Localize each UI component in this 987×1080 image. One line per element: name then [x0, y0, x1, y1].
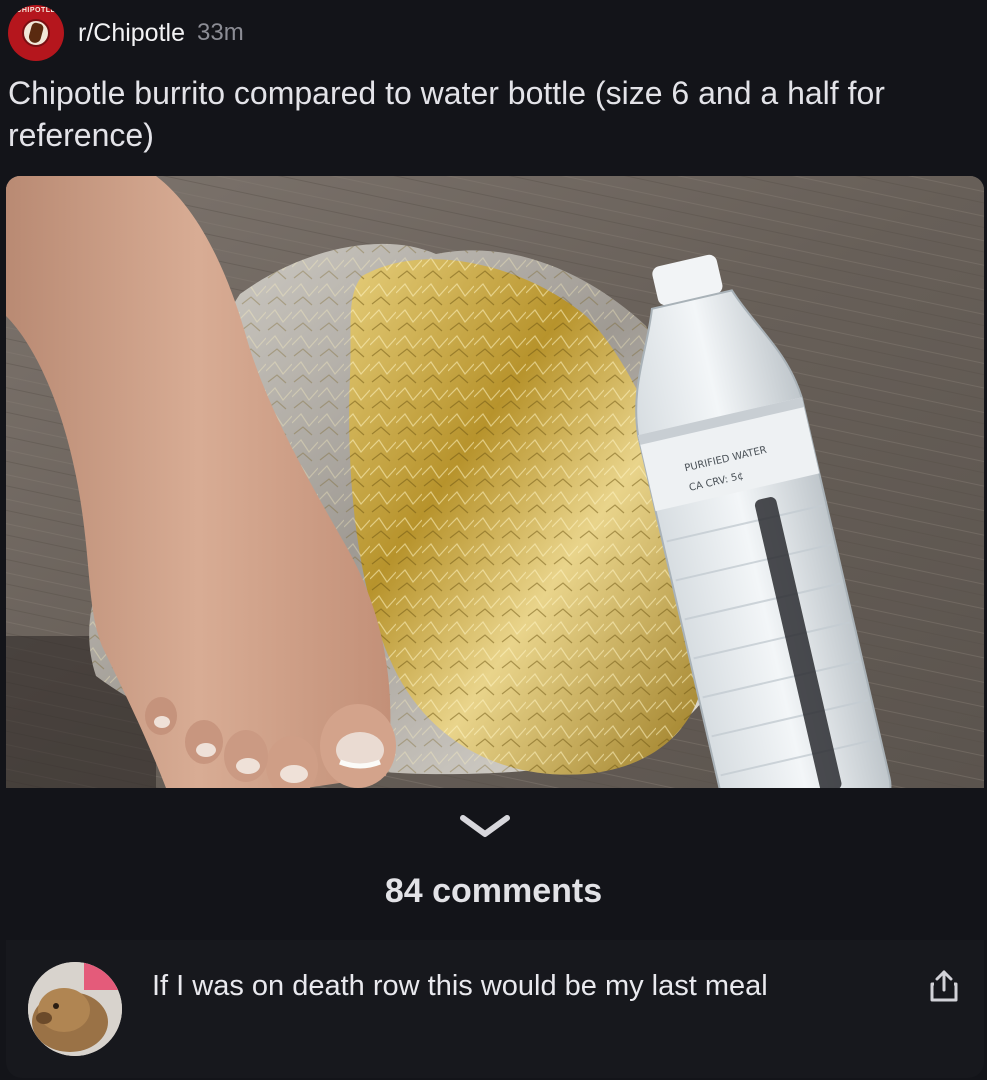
post-title[interactable]: Chipotle burrito compared to water bottl…	[8, 72, 948, 156]
avatar-logo-text: CHIPOTLE	[16, 7, 56, 14]
comment-item[interactable]: If I was on death row this would be my l…	[6, 940, 984, 1078]
post-image[interactable]: PURIFIED WATER CA CRV: 5¢	[6, 176, 984, 788]
subreddit-name[interactable]: r/Chipotle	[78, 19, 185, 48]
share-icon[interactable]	[926, 968, 962, 1004]
comment-text: If I was on death row this would be my l…	[152, 970, 768, 1002]
post-header: CHIPOTLE r/Chipotle 33m	[8, 5, 244, 61]
post-age: 33m	[197, 19, 244, 46]
subreddit-avatar[interactable]: CHIPOTLE	[8, 5, 64, 61]
chevron-down-icon[interactable]	[455, 808, 515, 844]
post-view: CHIPOTLE r/Chipotle 33m Chipotle burrito…	[0, 0, 987, 1080]
capybara-avatar-icon	[28, 962, 122, 1056]
post-image-illustration: PURIFIED WATER CA CRV: 5¢	[6, 176, 984, 788]
comments-count[interactable]: 84 comments	[0, 872, 987, 911]
comment-avatar[interactable]	[28, 962, 122, 1056]
